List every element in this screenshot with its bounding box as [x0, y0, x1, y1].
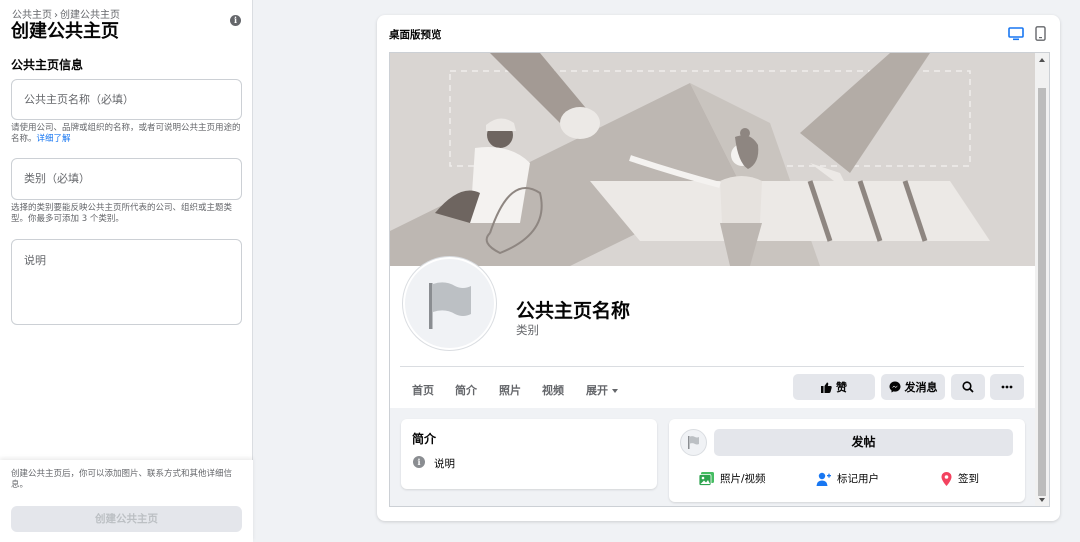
photo-video-label: 照片/视频 — [720, 473, 766, 485]
divider — [400, 366, 1024, 367]
more-icon — [1001, 385, 1013, 389]
check-in-icon — [941, 471, 952, 486]
scrollbar-thumb[interactable] — [1038, 88, 1046, 496]
description-textarea[interactable]: 说明 — [11, 239, 242, 325]
flag-icon — [429, 282, 471, 329]
tab-home[interactable]: 首页 — [412, 382, 434, 398]
create-page-panel: 公共主页 › 创建公共主页 创建公共主页 i 公共主页信息 公共主页名称（必填） 请… — [0, 0, 253, 542]
profile-picture — [403, 257, 496, 350]
tab-about[interactable]: 简介 — [455, 382, 477, 398]
page-name-help: 请使用公司、品牌或组织的名称，或者可说明公共主页用途的名称。详细了解 — [11, 123, 243, 145]
footer-note: 创建公共主页后，你可以添加图片、联系方式和其他详细信息。 — [11, 469, 233, 490]
cover-photo — [390, 53, 1035, 266]
info-icon: i — [413, 456, 425, 468]
tag-user-action[interactable]: 标记用户 — [816, 471, 879, 486]
category-input[interactable]: 类别（必填） — [11, 158, 242, 200]
like-icon — [821, 382, 832, 393]
scroll-down-icon[interactable] — [1039, 498, 1045, 502]
like-button[interactable]: 赞 — [793, 374, 875, 400]
search-button[interactable] — [951, 374, 985, 400]
check-in-label: 签到 — [958, 473, 979, 485]
search-icon — [962, 381, 974, 393]
section-title: 公共主页信息 — [11, 58, 84, 72]
create-post-button[interactable]: 发帖 — [714, 429, 1013, 456]
intro-card: 简介 i 说明 — [401, 419, 657, 489]
photo-video-action[interactable]: 照片/视频 — [699, 471, 766, 486]
tag-user-label: 标记用户 — [837, 473, 879, 485]
page-header: 公共主页名称 类别 首页 简介 照片 视频 展开 赞 发消息 — [390, 257, 1035, 408]
create-post-card: 发帖 照片/视频 标记用户 签到 — [669, 419, 1025, 502]
intro-title: 简介 — [412, 432, 437, 446]
flag-icon — [688, 436, 699, 449]
intro-description: 说明 — [434, 458, 455, 470]
photo-icon — [699, 471, 714, 486]
create-page-button[interactable]: 创建公共主页 — [11, 506, 242, 532]
page-title: 创建公共主页 — [11, 21, 119, 42]
preview-page-name: 公共主页名称 — [516, 300, 631, 322]
tab-videos[interactable]: 视频 — [542, 382, 564, 398]
tab-more-label: 展开 — [586, 384, 608, 397]
desktop-preview-frame: 公共主页名称 类别 首页 简介 照片 视频 展开 赞 发消息 简介 i 说明 发… — [389, 52, 1050, 507]
category-help: 选择的类别要能反映公共主页所代表的公司、组织或主题类型。你最多可添加 3 个类别… — [11, 203, 233, 224]
message-button[interactable]: 发消息 — [881, 374, 945, 400]
tab-photos[interactable]: 照片 — [499, 382, 521, 398]
tab-more[interactable]: 展开 — [586, 382, 618, 398]
check-in-action[interactable]: 签到 — [941, 471, 979, 486]
messenger-icon — [889, 381, 900, 393]
info-icon[interactable]: i — [230, 15, 241, 26]
more-button[interactable] — [990, 374, 1024, 400]
chevron-down-icon — [612, 389, 618, 393]
page-name-input[interactable]: 公共主页名称（必填） — [11, 79, 242, 120]
preview-scrollbar[interactable] — [1035, 53, 1049, 506]
footer: 创建公共主页后，你可以添加图片、联系方式和其他详细信息。 创建公共主页 — [0, 460, 253, 542]
scroll-up-icon[interactable] — [1039, 58, 1045, 62]
desktop-icon[interactable] — [1008, 27, 1024, 41]
tag-user-icon — [816, 472, 831, 486]
message-label: 发消息 — [904, 381, 938, 394]
learn-more-link[interactable]: 详细了解 — [37, 134, 71, 144]
preview-category: 类别 — [516, 323, 539, 337]
preview-card: 桌面版预览 公共主页名称 类别 首页 简介 照片 视频 展开 赞 发消息 简介 … — [377, 15, 1060, 521]
preview-title: 桌面版预览 — [389, 29, 442, 41]
like-label: 赞 — [836, 381, 847, 394]
post-avatar — [680, 429, 707, 456]
mobile-icon[interactable] — [1035, 26, 1046, 41]
